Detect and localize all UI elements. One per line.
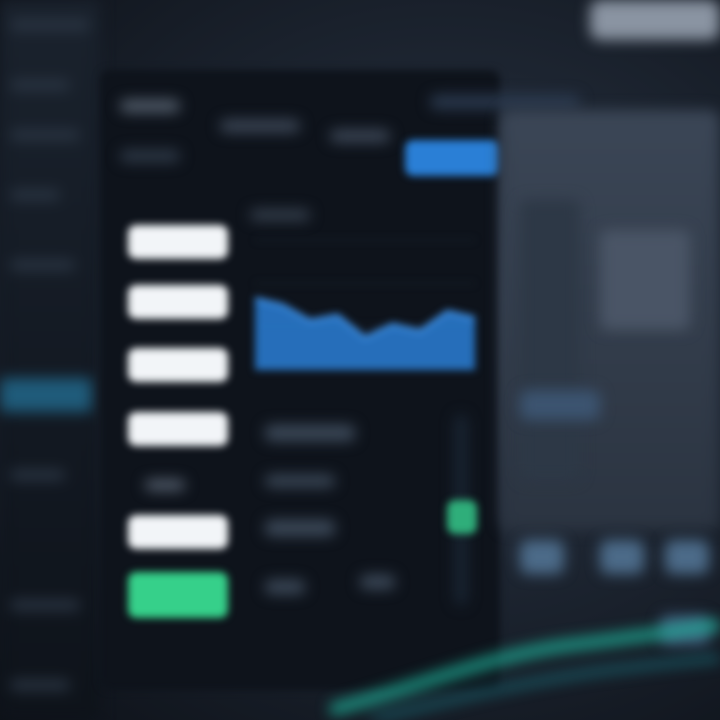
detail-column bbox=[520, 200, 580, 480]
sidebar-item[interactable] bbox=[10, 260, 75, 270]
menu-button-1[interactable] bbox=[128, 225, 228, 259]
sidebar-item[interactable] bbox=[10, 130, 80, 140]
detail-card bbox=[600, 230, 690, 330]
area-chart bbox=[254, 239, 476, 371]
sidebar-item[interactable] bbox=[10, 680, 70, 690]
sidebar-logo bbox=[10, 20, 90, 30]
sidebar bbox=[0, 0, 100, 720]
status-indicator bbox=[447, 500, 477, 534]
menu-button-3[interactable] bbox=[128, 348, 228, 382]
section-label bbox=[145, 480, 185, 490]
detail-card bbox=[520, 390, 600, 420]
sidebar-item[interactable] bbox=[10, 190, 60, 200]
sub-label bbox=[120, 150, 180, 162]
chart-title bbox=[250, 210, 310, 220]
menu-button-4[interactable] bbox=[128, 412, 228, 446]
tab-overview[interactable] bbox=[120, 100, 180, 112]
stat-row bbox=[265, 520, 335, 536]
stat-row bbox=[360, 575, 395, 589]
top-bar-label bbox=[430, 95, 580, 109]
stat-tile[interactable] bbox=[600, 540, 644, 574]
sidebar-item[interactable] bbox=[10, 470, 65, 480]
sidebar-item-active[interactable] bbox=[0, 378, 92, 412]
tab-reports[interactable] bbox=[330, 130, 390, 142]
window-edge bbox=[590, 0, 720, 40]
stat-tile[interactable] bbox=[665, 540, 709, 574]
sidebar-item[interactable] bbox=[10, 80, 70, 90]
menu-button-5[interactable] bbox=[128, 515, 228, 549]
stat-row bbox=[265, 425, 355, 441]
menu-button-2[interactable] bbox=[128, 285, 228, 319]
stat-tile[interactable] bbox=[520, 540, 564, 574]
sidebar-item[interactable] bbox=[10, 600, 80, 610]
stat-row bbox=[265, 580, 305, 594]
bottom-wave bbox=[330, 619, 720, 720]
tab-active-button[interactable] bbox=[405, 140, 500, 176]
stat-row bbox=[265, 475, 335, 487]
tab-analytics[interactable] bbox=[220, 120, 300, 132]
primary-action-button[interactable] bbox=[128, 572, 228, 618]
